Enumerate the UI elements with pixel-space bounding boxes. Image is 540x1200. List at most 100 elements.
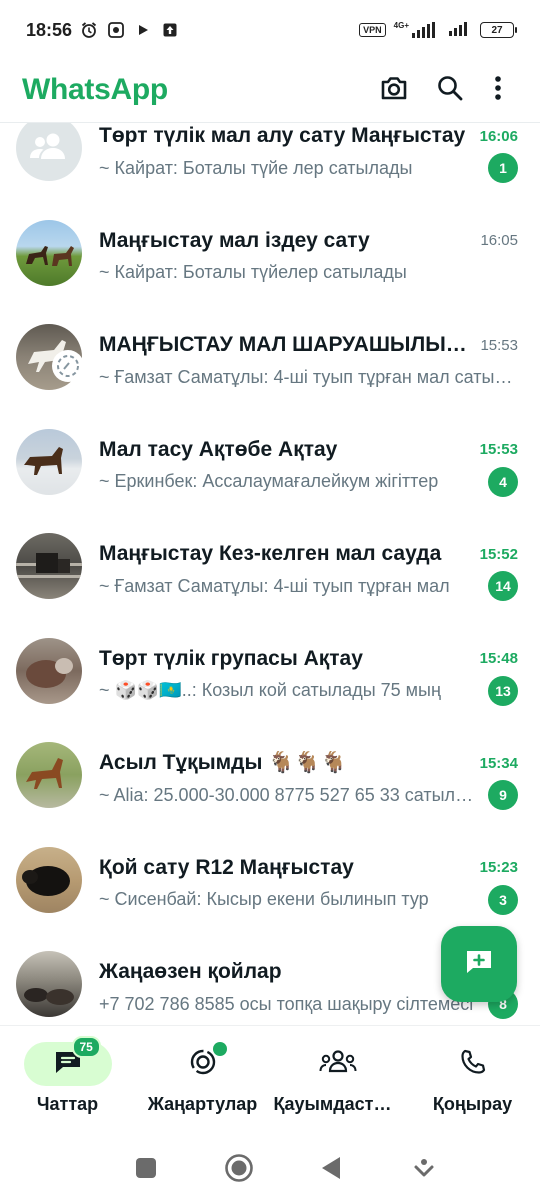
chat-avatar[interactable] (16, 951, 82, 1017)
status-time: 18:56 (26, 19, 73, 40)
chat-row[interactable]: Мал тасу Ақтөбе Ақтау 15:53 ~ Еркинбек: … (0, 423, 540, 528)
chat-name: МАҢҒЫСТАУ МАЛ ШАРУАШЫЛЫҒЫ (99, 333, 473, 356)
more-options-button[interactable] (478, 66, 518, 114)
camera-icon (379, 74, 409, 107)
chat-name: Мал тасу Ақтөбе Ақтау (99, 437, 338, 461)
network-type: 4G+ (393, 21, 409, 30)
chat-name: Маңғыстау мал іздеу сату (99, 228, 370, 252)
home-circle-icon (224, 1153, 254, 1188)
nav-updates-pill[interactable] (159, 1042, 247, 1086)
chat-name: Қой сату R12 Маңғыстау (99, 855, 354, 879)
chat-time: 15:48 (479, 650, 518, 667)
chat-row[interactable]: Асыл Тұқымды 🐐🐐🐐 15:34 ~ Alia: 25.000-30… (0, 736, 540, 841)
gallery-notification-icon (107, 21, 125, 39)
vpn-indicator: VPN (359, 23, 386, 37)
search-button[interactable] (422, 66, 478, 114)
back-button[interactable] (311, 1150, 351, 1190)
chat-row[interactable]: Төрт түлік мал алу сату Маңғыстау 16:06 … (0, 123, 540, 214)
chat-list[interactable]: Төрт түлік мал алу сату Маңғыстау 16:06 … (0, 123, 540, 1025)
nav-chats[interactable]: 75 Чаттар (0, 1026, 135, 1140)
chat-name: Төрт түлік мал алу сату Маңғыстау (99, 124, 466, 147)
chat-time: 16:05 (480, 232, 518, 249)
app-title: WhatsApp (22, 73, 168, 106)
nav-updates[interactable]: Жаңартулар (135, 1026, 270, 1140)
unread-badge: 9 (488, 780, 518, 810)
chat-avatar[interactable] (16, 637, 82, 704)
nav-label: Қауымдастықтар (273, 1094, 402, 1114)
chat-preview: ~ Сисенбай: Кысыр екени былинып тур (99, 889, 429, 909)
chat-preview: ~ 🎲🎲🇰🇿..: Козыл кой сатылады 75 мың (99, 680, 441, 700)
chat-time: 15:23 (479, 859, 518, 876)
cows-pen-image (16, 553, 82, 578)
chat-preview: ~ Ғамзат Саматұлы: 4-ші туып тұрған мал (99, 575, 450, 596)
chat-time: 15:34 (479, 754, 518, 772)
chat-name: Маңғыстау Кез-келген мал сауда (99, 542, 442, 565)
group-avatar-placeholder[interactable] (16, 123, 82, 181)
chat-preview: ~ Ғамзат Саматұлы: 4-ші туып тұрған мал … (99, 366, 518, 387)
sheep-image (26, 657, 73, 688)
square-icon (135, 1157, 157, 1184)
chat-row[interactable]: МАҢҒЫСТАУ МАЛ ШАРУАШЫЛЫҒЫ 15:53 ~ Ғамзат… (0, 318, 540, 423)
upload-icon (161, 21, 179, 39)
new-chat-icon (464, 948, 494, 981)
unread-badge: 4 (488, 466, 518, 497)
home-button[interactable] (219, 1150, 259, 1190)
chat-preview: ~ Кайрат: Боталы түйе лер сатылады (99, 157, 413, 178)
chat-row[interactable]: Маңғыстау Кез-келген мал сауда 15:52 ~ Ғ… (0, 527, 540, 632)
status-bar: 18:56 VPN 4G+ 27 (0, 0, 540, 60)
more-vert-icon (494, 74, 502, 107)
black-sheep-image (22, 865, 70, 896)
recents-button[interactable] (126, 1150, 166, 1190)
nav-chats-pill[interactable]: 75 (23, 1036, 112, 1086)
chat-preview: ~ Кайрат: Боталы түйелер сатылады (99, 262, 407, 282)
nav-label: Чаттар (36, 1094, 99, 1114)
chat-name: Асыл Тұқымды 🐐🐐🐐 (99, 751, 347, 774)
unread-badge: 14 (488, 571, 518, 601)
chat-name: Төрт түлік групасы Ақтау (99, 646, 363, 670)
chat-time: 15:53 (479, 441, 518, 458)
brown-horse-image (26, 758, 63, 789)
updates-dot (212, 1042, 227, 1056)
nav-calls[interactable]: Қоңырау (405, 1026, 540, 1140)
status-ring-icon (52, 350, 84, 382)
chat-avatar[interactable] (16, 428, 82, 495)
chat-time: 16:06 (479, 127, 518, 145)
group-icon (29, 131, 69, 166)
calls-icon (459, 1048, 487, 1081)
horses-image (26, 245, 74, 266)
back-triangle-icon (320, 1156, 342, 1185)
chat-preview: +7 702 786 8585 осы топқа шақыру сілтеме… (99, 993, 474, 1014)
nav-calls-pill[interactable] (429, 1042, 517, 1086)
signal-2-icon (448, 20, 472, 41)
bottom-nav: 75 Чаттар Жаңартулар Қауымдастықтар Қоңы… (0, 1025, 540, 1140)
chat-row[interactable]: Төрт түлік групасы Ақтау 15:48 ~ 🎲🎲🇰🇿..:… (0, 632, 540, 737)
nav-communities-pill[interactable] (294, 1042, 382, 1086)
flock-image (24, 988, 74, 1005)
play-store-icon (134, 21, 152, 39)
signal-icon: 4G+ (394, 22, 440, 38)
unread-badge: 13 (488, 675, 518, 706)
chat-avatar[interactable] (16, 219, 82, 286)
chat-avatar[interactable] (16, 846, 82, 913)
chevron-down-icon (413, 1157, 435, 1184)
nav-label: Жаңартулар (147, 1094, 258, 1114)
app-header: WhatsApp (0, 60, 540, 120)
search-icon (436, 74, 464, 107)
new-chat-button[interactable] (441, 926, 517, 1002)
chat-preview: ~ Alia: 25.000-30.000 8775 527 65 33 сат… (99, 784, 478, 805)
chat-avatar[interactable] (16, 533, 82, 599)
chat-time: 15:52 (479, 545, 518, 563)
alarm-icon (80, 21, 98, 39)
chats-unread-badge: 75 (71, 1036, 101, 1058)
unread-badge: 3 (488, 884, 518, 915)
chat-avatar[interactable] (16, 742, 82, 808)
camera-button[interactable] (366, 66, 422, 114)
system-nav-bar (0, 1140, 540, 1200)
unread-badge: 1 (488, 153, 518, 183)
hide-nav-button[interactable] (404, 1150, 444, 1190)
nav-label: Қоңырау (432, 1094, 513, 1114)
chat-preview: ~ Еркинбек: Ассалаумағалейкум жігіттер (99, 471, 439, 491)
nav-communities[interactable]: Қауымдастықтар (270, 1026, 405, 1140)
chat-row[interactable]: Маңғыстау мал іздеу сату 16:05 ~ Кайрат:… (0, 214, 540, 319)
battery-icon: 27 (480, 22, 517, 38)
